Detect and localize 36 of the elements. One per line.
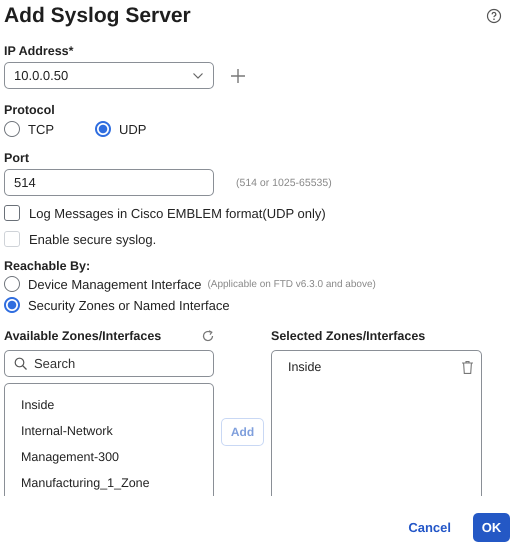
radio-button[interactable] bbox=[4, 121, 20, 137]
refresh-icon[interactable] bbox=[202, 330, 214, 342]
radio-label: Device Management Interface bbox=[28, 276, 202, 292]
trash-icon[interactable] bbox=[462, 360, 473, 374]
list-item[interactable]: Management-300 bbox=[5, 444, 213, 470]
hint-text: (514 or 1025-65535) bbox=[236, 176, 332, 188]
dialog-title: Add Syslog Server bbox=[4, 4, 191, 28]
radio-label: Security Zones or Named Interface bbox=[28, 298, 230, 312]
ip-address-dropdown[interactable]: 10.0.0.50 bbox=[4, 62, 214, 89]
plus-icon[interactable] bbox=[231, 68, 245, 82]
checkbox-label: Enable secure syslog. bbox=[29, 232, 156, 246]
radio-button[interactable] bbox=[95, 121, 111, 137]
section-label: Available Zones/Interfaces bbox=[4, 329, 162, 343]
field-label: Reachable By: bbox=[4, 259, 92, 273]
field-label: Port bbox=[4, 151, 30, 165]
chevron-down-icon[interactable] bbox=[192, 72, 204, 80]
help-icon[interactable] bbox=[486, 8, 502, 24]
radio-button[interactable] bbox=[4, 297, 20, 313]
radio-button[interactable] bbox=[4, 276, 20, 292]
port-field[interactable]: 514 bbox=[4, 169, 214, 196]
ok-button[interactable]: OK bbox=[473, 513, 510, 542]
cancel-button[interactable]: Cancel bbox=[406, 513, 453, 542]
note-text: (Applicable on FTD v6.3.0 and above) bbox=[207, 278, 376, 290]
field-label: IP Address* bbox=[4, 44, 74, 58]
list-item[interactable]: Internal-Network bbox=[5, 418, 213, 444]
field-label: Protocol bbox=[4, 103, 56, 117]
list-item[interactable]: Manufacturing_1_Zone bbox=[5, 470, 213, 496]
radio-label: UDP bbox=[119, 122, 146, 136]
list-item[interactable]: Inside bbox=[272, 354, 338, 380]
search-icon[interactable] bbox=[14, 357, 27, 370]
list-item[interactable]: Inside bbox=[5, 392, 213, 418]
section-label: Selected Zones/Interfaces bbox=[271, 329, 426, 343]
radio-label: TCP bbox=[28, 122, 54, 136]
checkbox[interactable] bbox=[4, 205, 20, 221]
checkbox-label: Log Messages in Cisco EMBLEM format(UDP only) bbox=[29, 206, 326, 220]
search-field[interactable]: Search bbox=[4, 350, 214, 377]
